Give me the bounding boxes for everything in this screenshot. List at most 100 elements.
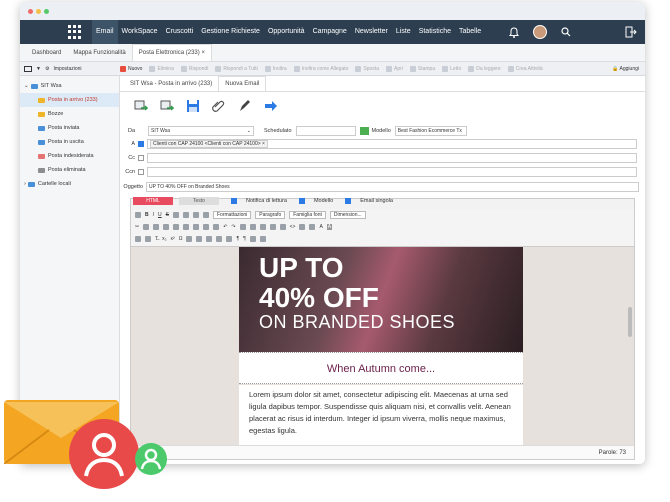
align-right-icon[interactable] <box>192 212 199 218</box>
pen-icon[interactable] <box>238 99 252 113</box>
delete-button[interactable]: Elimina <box>149 65 174 72</box>
copy-icon[interactable] <box>143 224 150 230</box>
bold-icon[interactable]: B <box>145 212 149 218</box>
close-tab-icon[interactable]: × <box>201 50 205 56</box>
new-button[interactable]: Nuovo <box>120 65 142 72</box>
nav-tabelle[interactable]: Tabelle <box>455 20 485 44</box>
nav-workspace[interactable]: WorkSpace <box>118 20 162 44</box>
expand-icon[interactable]: › <box>24 181 26 187</box>
sidebar-item-sent[interactable]: Posta inviata <box>20 121 119 135</box>
link-icon[interactable] <box>239 224 246 230</box>
subscript-icon[interactable]: x₂ <box>162 236 166 242</box>
preview-icon[interactable] <box>309 224 316 230</box>
forward-button[interactable]: Inoltra <box>264 65 287 72</box>
strike-icon[interactable]: S <box>166 212 169 218</box>
clear-format-icon[interactable]: T̶ <box>155 236 158 242</box>
account-node[interactable]: ⌄ SIT Wsa <box>20 79 119 93</box>
bcc-checkbox[interactable] <box>138 169 144 175</box>
gear-icon[interactable]: ⚙ <box>45 66 49 72</box>
anchor-icon[interactable] <box>259 224 266 230</box>
undo-icon[interactable]: ↶ <box>223 224 227 230</box>
calendar-icon[interactable] <box>359 127 369 135</box>
indent-icon[interactable] <box>203 224 210 230</box>
bell-icon[interactable] <box>509 26 519 38</box>
cc-checkbox[interactable] <box>138 155 144 161</box>
text-color-icon[interactable]: A <box>319 224 322 230</box>
create-activity-button[interactable]: Crea Attività <box>507 65 543 72</box>
send-later-icon[interactable] <box>160 99 174 113</box>
quote-icon[interactable] <box>213 224 220 230</box>
tab-posta-elettronica[interactable]: Posta Elettronica (233) × <box>131 44 212 61</box>
read-button[interactable]: Letto <box>442 65 461 72</box>
local-folders-node[interactable]: › Cartelle locali <box>20 177 119 191</box>
tab-html[interactable]: HTML <box>133 197 173 205</box>
to-field[interactable]: Clienti con CAP 24100 <Clienti con CAP 2… <box>147 139 637 149</box>
font-size-dropdown[interactable]: Dimension... <box>329 211 366 219</box>
save-icon[interactable] <box>186 99 200 113</box>
print-editor-icon[interactable] <box>196 236 203 242</box>
italic-icon[interactable]: I <box>153 212 154 218</box>
align-center-icon[interactable] <box>182 212 189 218</box>
template-checkbox[interactable] <box>298 198 305 204</box>
visual-aid-icon[interactable] <box>216 236 223 242</box>
image-icon[interactable] <box>269 224 276 230</box>
send-icon[interactable] <box>134 99 148 113</box>
fullscreen-icon[interactable] <box>186 236 193 242</box>
cc-field[interactable] <box>147 153 637 163</box>
forward-arrow-icon[interactable] <box>264 99 278 113</box>
list-icon[interactable] <box>173 224 180 230</box>
template-insert-icon[interactable] <box>259 236 266 242</box>
forward-attachment-button[interactable]: Inoltra come Allegato <box>293 65 348 72</box>
cut-icon[interactable]: ✂ <box>135 224 139 230</box>
nav-campagne[interactable]: Campagne <box>309 20 351 44</box>
minimize-dot[interactable] <box>36 9 41 14</box>
emoticon-icon[interactable] <box>299 224 306 230</box>
move-button[interactable]: Sposta <box>355 65 379 72</box>
paste-icon[interactable] <box>153 224 160 230</box>
scheduled-input[interactable] <box>295 126 356 136</box>
unlink-icon[interactable] <box>249 224 256 230</box>
bg-color-icon[interactable]: A <box>326 224 333 230</box>
nav-gestione-richieste[interactable]: Gestione Richieste <box>197 20 264 44</box>
open-button[interactable]: Apri <box>385 65 403 72</box>
nav-email[interactable]: Email <box>92 20 118 44</box>
superscript-icon[interactable]: x² <box>171 236 175 242</box>
sidebar-item-drafts[interactable]: Bozze <box>20 107 119 121</box>
reply-button[interactable]: Rispondi <box>180 65 208 72</box>
subject-field[interactable]: UP TO 40% OFF on Branded Shoes <box>146 182 639 192</box>
sidebar-item-spam[interactable]: Posta indesiderata <box>20 149 119 163</box>
user-avatar[interactable] <box>533 25 547 39</box>
find-icon[interactable] <box>163 224 170 230</box>
recipient-chip[interactable]: Clienti con CAP 24100 <Clienti con CAP 2… <box>150 140 268 148</box>
reply-all-button[interactable]: Rispondi a Tutti <box>215 65 258 72</box>
logout-icon[interactable] <box>625 26 637 38</box>
add-button[interactable]: 🔒 Aggiungi <box>612 66 639 72</box>
from-select[interactable]: SIT Wsa ⌄ <box>148 126 254 136</box>
apps-grid-icon[interactable] <box>68 25 82 39</box>
sidebar-item-trash[interactable]: Posta eliminata <box>20 163 119 177</box>
hr-icon[interactable] <box>145 236 151 242</box>
font-family-dropdown[interactable]: Famiglia font <box>289 211 326 219</box>
numbered-list-icon[interactable] <box>183 224 190 230</box>
tab-text[interactable]: Testo <box>179 197 219 205</box>
insert-icon[interactable] <box>249 236 256 242</box>
settings-label[interactable]: Impostazioni <box>53 66 81 72</box>
sidebar-item-inbox[interactable]: Posta in arrivo (233) <box>20 93 119 107</box>
single-email-checkbox[interactable] <box>345 198 352 204</box>
tab-inbox[interactable]: SIT Wsa - Posta in arrivo (233) <box>124 77 218 91</box>
tab-new-email[interactable]: Nuova Email <box>218 76 267 91</box>
template-select[interactable]: Best Fashion Ecommerce Tx <box>394 126 467 136</box>
bcc-field[interactable] <box>147 167 637 177</box>
to-checkbox[interactable] <box>138 141 144 147</box>
new-doc-icon[interactable] <box>135 212 141 218</box>
sidebar-item-outbox[interactable]: Posta in uscita <box>20 135 119 149</box>
search-icon[interactable] <box>561 27 571 37</box>
justify-icon[interactable] <box>202 212 209 218</box>
formats-dropdown[interactable]: Formattazioni <box>212 211 252 219</box>
table-icon[interactable] <box>135 236 141 242</box>
redo-icon[interactable]: ↷ <box>231 224 235 230</box>
code-icon[interactable]: <> <box>290 224 296 230</box>
paragraph-dropdown[interactable]: Paragrafo <box>255 211 286 219</box>
layout-icon[interactable] <box>24 65 32 72</box>
nav-cruscotti[interactable]: Cruscotti <box>162 20 198 44</box>
